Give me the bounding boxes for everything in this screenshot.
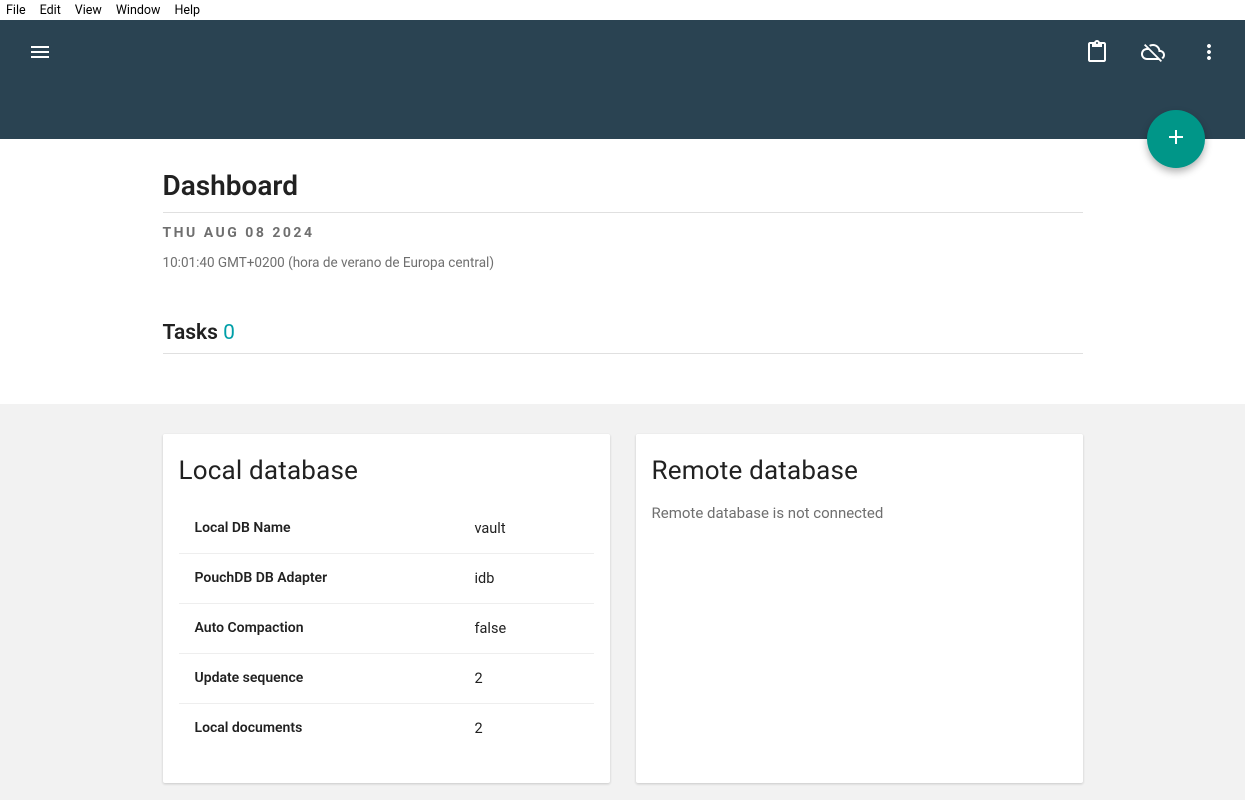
os-menu-window[interactable]: Window xyxy=(116,3,161,18)
remote-database-card: Remote database Remote database is not c… xyxy=(636,434,1083,783)
table-row: Local DB Name vault xyxy=(179,504,594,554)
tasks-label: Tasks xyxy=(163,321,218,345)
os-menu-edit[interactable]: Edit xyxy=(40,3,61,18)
os-menu-help[interactable]: Help xyxy=(174,3,200,18)
local-database-card: Local database Local DB Name vault Pouch… xyxy=(163,434,610,783)
dashboard-date: THU AUG 08 2024 xyxy=(163,225,1083,241)
tasks-heading: Tasks 0 xyxy=(163,321,1083,345)
clipboard-button[interactable] xyxy=(1073,30,1121,78)
kv-label: Local DB Name xyxy=(195,520,475,537)
table-row: Local documents 2 xyxy=(179,704,594,753)
remote-db-status: Remote database is not connected xyxy=(652,504,1067,522)
kv-value: false xyxy=(475,620,507,637)
os-menubar: File Edit View Window Help xyxy=(0,0,1245,20)
dashboard-content: Dashboard THU AUG 08 2024 10:01:40 GMT+0… xyxy=(163,139,1083,354)
clipboard-icon xyxy=(1085,40,1109,68)
title-divider xyxy=(163,212,1083,213)
cloud-off-button[interactable] xyxy=(1129,30,1177,78)
menu-button[interactable] xyxy=(16,30,64,78)
local-db-list: Local DB Name vault PouchDB DB Adapter i… xyxy=(179,504,594,753)
database-section: Local database Local DB Name vault Pouch… xyxy=(0,404,1245,800)
remote-db-title: Remote database xyxy=(652,456,1067,486)
table-row: PouchDB DB Adapter idb xyxy=(179,554,594,604)
hamburger-icon xyxy=(28,40,52,68)
kv-label: Update sequence xyxy=(195,670,475,687)
kv-value: vault xyxy=(475,520,506,537)
kv-value: 2 xyxy=(475,720,483,737)
tasks-count: 0 xyxy=(223,321,235,345)
more-vert-icon xyxy=(1197,40,1221,68)
local-db-title: Local database xyxy=(179,456,594,486)
tasks-divider xyxy=(163,353,1083,354)
app-viewport[interactable]: Dashboard THU AUG 08 2024 10:01:40 GMT+0… xyxy=(0,20,1245,800)
kv-label: PouchDB DB Adapter xyxy=(195,570,475,587)
os-menu-file[interactable]: File xyxy=(6,3,26,18)
cloud-off-icon xyxy=(1141,40,1165,68)
plus-icon xyxy=(1164,125,1188,153)
page-title: Dashboard xyxy=(163,169,1083,202)
os-menu-view[interactable]: View xyxy=(75,3,102,18)
kv-value: idb xyxy=(475,570,495,587)
kv-value: 2 xyxy=(475,670,483,687)
fab-add-button[interactable] xyxy=(1147,110,1205,168)
appbar xyxy=(0,20,1245,139)
kv-label: Local documents xyxy=(195,720,475,737)
table-row: Update sequence 2 xyxy=(179,654,594,704)
kv-label: Auto Compaction xyxy=(195,620,475,637)
more-options-button[interactable] xyxy=(1185,30,1233,78)
dashboard-time: 10:01:40 GMT+0200 (hora de verano de Eur… xyxy=(163,255,1083,271)
table-row: Auto Compaction false xyxy=(179,604,594,654)
